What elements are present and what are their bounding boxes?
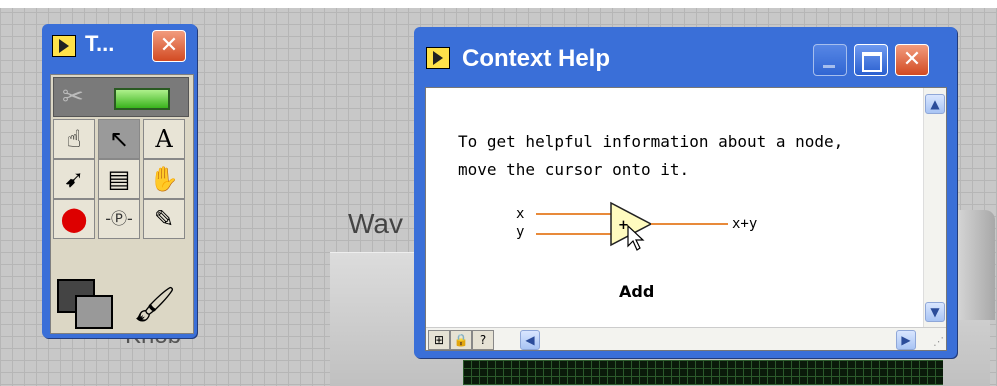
breakpoint-icon[interactable]: ⬤ (53, 199, 95, 239)
maximize-button[interactable] (854, 44, 888, 76)
show-optional-terminals-icon[interactable]: ⊞ (428, 330, 450, 350)
auto-tool-icon: ✂ (62, 82, 84, 112)
add-symbol: + (618, 218, 629, 233)
resize-grip-icon[interactable]: ⋰ (933, 335, 944, 348)
tools-close-button[interactable]: ✕ (152, 30, 186, 62)
labview-window-icon (426, 47, 450, 69)
node-caption: Add (619, 282, 655, 301)
waveform-label: Wav (348, 208, 403, 239)
labview-window-icon (52, 35, 76, 57)
color-dropper-icon[interactable]: ✎ (143, 199, 185, 239)
lock-icon[interactable]: 🔒 (450, 330, 472, 350)
panel-edge (955, 210, 995, 320)
minimize-button[interactable] (813, 44, 847, 76)
close-button[interactable]: ✕ (895, 44, 929, 76)
output-label: x+y (732, 216, 757, 232)
input-y-label: y (516, 224, 524, 240)
vertical-scrollbar[interactable]: ▲ ▼ (923, 88, 946, 328)
scroll-right-icon[interactable]: ▶ (896, 330, 916, 350)
add-node-diagram: x y + x+y (516, 201, 757, 251)
probe-icon[interactable]: -Ⓟ- (98, 199, 140, 239)
auto-tool-led (114, 88, 170, 110)
scroll-down-icon[interactable]: ▼ (925, 302, 945, 322)
scroll-hand-icon[interactable]: ✋ (143, 159, 185, 199)
text-edit-icon[interactable]: A (143, 119, 185, 159)
help-text: To get helpful information about a node,… (458, 128, 843, 184)
operate-hand-icon[interactable]: ☝ (53, 119, 95, 159)
tools-title: T... (85, 31, 115, 56)
background-color (75, 295, 113, 329)
color-swatch-icon[interactable] (57, 279, 117, 329)
tools-grid: ✂ ☝ ↖ A ➹ ▤ ✋ ⬤ -Ⓟ- ✎ 🖌 (50, 74, 194, 334)
paintbrush-icon[interactable]: 🖌 (133, 285, 176, 325)
help-text-line-1: To get helpful information about a node, (458, 132, 844, 151)
context-help-window[interactable]: Context Help ✕ To get helpful informatio… (414, 27, 957, 358)
waveform-graph (463, 360, 943, 385)
help-bottom-bar: ⊞ 🔒 ? ◀ ▶ ⋰ (426, 327, 946, 350)
input-x-label: x (516, 206, 524, 222)
context-help-title: Context Help (462, 45, 611, 72)
tools-palette-window[interactable]: T... ✕ ✂ ☝ ↖ A ➹ ▤ ✋ ⬤ -Ⓟ- ✎ 🖌 (42, 24, 197, 338)
shortcut-menu-icon[interactable]: ▤ (98, 159, 140, 199)
tools-title-bar[interactable]: T... ✕ (42, 24, 197, 64)
scroll-left-icon[interactable]: ◀ (520, 330, 540, 350)
desktop-top-band (0, 0, 997, 8)
help-content-area: To get helpful information about a node,… (425, 87, 947, 351)
help-question-icon[interactable]: ? (472, 330, 494, 350)
wiring-spool-icon[interactable]: ➹ (53, 159, 95, 199)
position-arrow-icon[interactable]: ↖ (98, 119, 140, 159)
scroll-up-icon[interactable]: ▲ (925, 94, 945, 114)
automatic-tool-selection[interactable]: ✂ (53, 77, 189, 117)
help-text-line-2: move the cursor onto it. (458, 160, 690, 179)
